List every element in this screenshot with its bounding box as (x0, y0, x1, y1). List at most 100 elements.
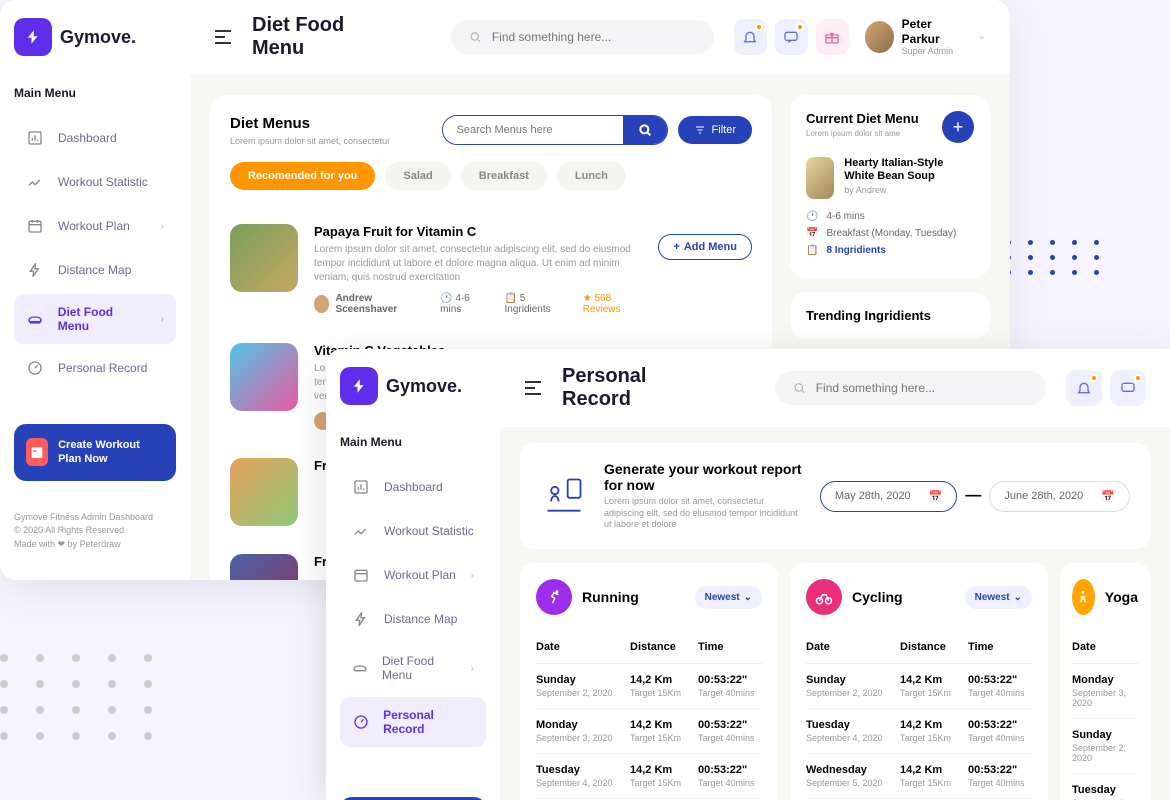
nav-personal-record[interactable]: Personal Record (14, 348, 176, 388)
food-image (230, 343, 298, 411)
menu-search[interactable] (442, 115, 668, 145)
gift-button[interactable] (816, 19, 849, 55)
filter-icon (694, 124, 706, 136)
food-image (230, 554, 298, 580)
personal-record-window: Gymove. Main Menu Dashboard Workout Stat… (326, 349, 1170, 800)
main-content: Personal Record Generate your workout re… (500, 349, 1170, 800)
logo[interactable]: Gymove. (14, 18, 176, 56)
sidebar: Gymove. Main Menu Dashboard Workout Stat… (326, 349, 500, 800)
date-to[interactable]: June 28th, 2020📅 (989, 481, 1130, 512)
nav-workout-stat[interactable]: Workout Statistic (14, 162, 176, 202)
chevron-down-icon: ⌄ (744, 592, 752, 603)
table-row: MondaySeptember 3, 202014,2 KmTarget 15K… (536, 709, 762, 754)
logo[interactable]: Gymove. (340, 367, 486, 405)
topbar: Diet Food Menu Peter Parkur Super Admin … (190, 0, 1010, 75)
chevron-right-icon: › (161, 314, 164, 325)
tab-lunch[interactable]: Lunch (557, 162, 626, 190)
gauge-icon (352, 713, 369, 731)
info-meal: 📅 Breakfast (Monday, Tuesday) (806, 228, 974, 239)
food-time: 🕐 4-6 mins (440, 293, 486, 315)
nav-dashboard[interactable]: Dashboard (14, 118, 176, 158)
page-title: Personal Record (562, 365, 715, 411)
current-diet-card: Current Diet Menu Lorem ipsum dolor sit … (790, 95, 990, 278)
trending-card: Trending Ingridients (790, 292, 990, 339)
filter-button[interactable]: Filter (678, 116, 752, 144)
nav-workout-stat[interactable]: Workout Statistic (340, 511, 486, 551)
menu-label: Main Menu (14, 86, 176, 100)
calendar-icon (26, 217, 44, 235)
table-row: TuesdaySeptember 4, 2020 (1072, 774, 1138, 800)
create-workout-button[interactable]: Create Workout Plan Now (14, 424, 176, 481)
sidebar: Gymove. Main Menu Dashboard Workout Stat… (0, 0, 190, 580)
menu-search-button[interactable] (623, 116, 667, 144)
table-row: SundaySeptember 2, 2020 (1072, 719, 1138, 774)
date-from[interactable]: May 28th, 2020📅 (820, 481, 958, 512)
calendar-plus-icon (26, 438, 48, 466)
global-search[interactable] (451, 20, 714, 54)
avatar (865, 21, 894, 53)
tab-salad[interactable]: Salad (385, 162, 450, 190)
logo-text: Gymove. (60, 27, 136, 48)
food-item: Papaya Fruit for Vitamin C Lorem ipsum d… (230, 210, 752, 329)
cycling-card: Cycling Newest ⌄ DateDistanceTime Sunday… (790, 563, 1048, 800)
food-image (230, 224, 298, 292)
yoga-icon (1072, 579, 1095, 615)
notification-button[interactable] (734, 19, 767, 55)
info-time: 🕐 4-6 mins (806, 211, 974, 222)
table-row: MondaySeptember 3, 2020 (1072, 664, 1138, 719)
report-card: Generate your workout report for now Lor… (520, 443, 1150, 549)
chart-icon (26, 129, 44, 147)
add-button[interactable]: + (942, 111, 974, 143)
chevron-right-icon: › (471, 570, 474, 581)
nav-distance-map[interactable]: Distance Map (340, 599, 486, 639)
nav-distance-map[interactable]: Distance Map (14, 250, 176, 290)
running-icon (536, 579, 572, 615)
nav-dashboard[interactable]: Dashboard (340, 467, 486, 507)
search-icon (469, 30, 482, 44)
search-input[interactable] (816, 381, 1028, 395)
calendar-icon: 📅 (1101, 490, 1115, 503)
menu-toggle-icon[interactable] (214, 30, 232, 44)
tab-recommended[interactable]: Recomended for you (230, 162, 375, 190)
search-icon (793, 381, 806, 395)
menu-toggle-icon[interactable] (524, 381, 542, 395)
food-ingredients: 📋 5 Ingridients (504, 293, 564, 315)
info-ingredients[interactable]: 📋 8 Ingridients (806, 245, 974, 256)
sort-button[interactable]: Newest ⌄ (695, 586, 762, 609)
table-row: SundaySeptember 2, 202014,2 KmTarget 15K… (806, 664, 1032, 709)
nav-personal-record[interactable]: Personal Record (340, 697, 486, 747)
bolt-icon (352, 610, 370, 628)
global-search[interactable] (775, 371, 1046, 405)
message-button[interactable] (1110, 370, 1146, 406)
calendar-icon: 📅 (929, 490, 943, 503)
user-menu[interactable]: Peter Parkur Super Admin ⌄ (865, 17, 986, 57)
trend-icon (26, 173, 44, 191)
chevron-right-icon: › (161, 221, 164, 232)
food-author[interactable]: Andrew Sceenshaver (314, 293, 422, 315)
report-icon (540, 472, 588, 520)
gauge-icon (26, 359, 44, 377)
logo-icon (340, 367, 378, 405)
nav-diet-food[interactable]: Diet Food Menu› (340, 643, 486, 693)
diet-title: Diet Menus (230, 115, 390, 132)
tab-breakfast[interactable]: Breakfast (461, 162, 547, 190)
nav-workout-plan[interactable]: Workout Plan› (14, 206, 176, 246)
food-reviews: ★ 568 Reviews (583, 293, 643, 315)
food-image (806, 157, 834, 199)
add-menu-button[interactable]: + Add Menu (658, 234, 752, 260)
food-icon (26, 310, 44, 328)
search-input[interactable] (492, 30, 696, 44)
running-card: Running Newest ⌄ DateDistanceTime Sunday… (520, 563, 778, 800)
food-image (230, 458, 298, 526)
nav-diet-food[interactable]: Diet Food Menu› (14, 294, 176, 344)
cycling-icon (806, 579, 842, 615)
menu-search-input[interactable] (443, 116, 623, 144)
sort-button[interactable]: Newest ⌄ (965, 586, 1032, 609)
notification-button[interactable] (1066, 370, 1102, 406)
message-button[interactable] (775, 19, 808, 55)
nav-workout-plan[interactable]: Workout Plan› (340, 555, 486, 595)
badge-dot (755, 23, 763, 31)
trend-icon (352, 522, 370, 540)
avatar (314, 295, 329, 313)
table-row: TuesdaySeptember 4, 202014,2 KmTarget 15… (806, 709, 1032, 754)
